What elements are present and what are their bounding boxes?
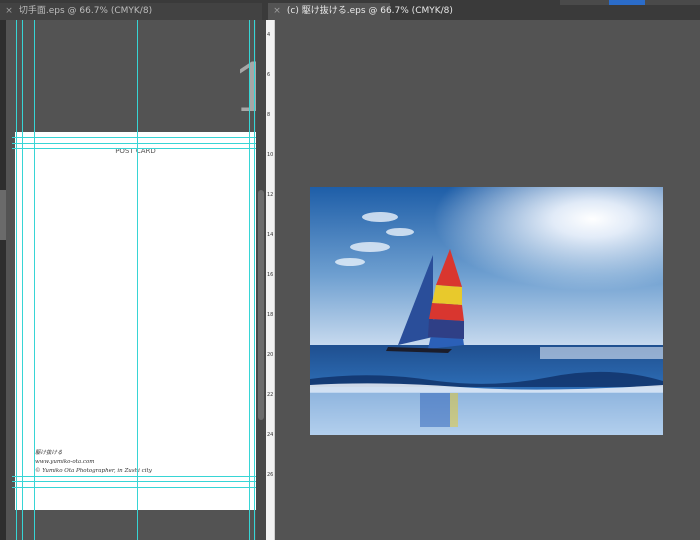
tab-kakenukeru-label: (c) 駆け抜ける.eps @ 66.7% (CMYK/8) (286, 6, 453, 16)
ruler-tick-label: 14 (267, 232, 274, 238)
ruler-tick-label: 18 (267, 312, 274, 318)
left-document-canvas[interactable]: 113 POST CARD 駆け抜ける www.yumiko-ota.com ©… (0, 20, 266, 540)
guide-line[interactable] (12, 148, 258, 149)
ruler-tick-label: 22 (267, 392, 274, 398)
footer-url: www.yumiko-ota.com (35, 459, 95, 465)
tab-kakenukeru[interactable]: × (c) 駆け抜ける.eps @ 66.7% (CMYK/8) (268, 3, 453, 20)
ruler-tick-label: 16 (267, 272, 274, 278)
close-icon[interactable]: × (4, 3, 14, 20)
vertical-ruler[interactable]: 4 6 8 10 12 14 16 18 20 22 24 26 (266, 20, 275, 540)
tab-stamp-side[interactable]: × 切手面.eps @ 66.7% (CMYK/8) (0, 3, 262, 20)
guide-line[interactable] (12, 137, 258, 138)
background-tab-strip (560, 0, 700, 5)
ruler-tick-label: 12 (267, 192, 274, 198)
ruler-tick-label: 20 (267, 352, 274, 358)
ruler-tick-label: 24 (267, 432, 274, 438)
guide-line[interactable] (254, 20, 255, 540)
document-tab-bar: × 切手面.eps @ 66.7% (CMYK/8) × (c) 駆け抜ける.e… (0, 0, 700, 20)
ruler-tick-label: 4 (267, 32, 271, 38)
footer-copyright: © Yumiko Ota Photographer, in Zushi city (35, 468, 152, 474)
ruler-tick-label: 26 (267, 472, 274, 478)
guide-line[interactable] (137, 20, 138, 540)
guide-line[interactable] (12, 476, 258, 477)
guide-line[interactable] (12, 487, 258, 488)
accent-indicator (609, 0, 645, 5)
close-icon[interactable]: × (272, 3, 282, 20)
postcard-artboard[interactable]: POST CARD 駆け抜ける www.yumiko-ota.com © Yum… (15, 132, 256, 510)
guide-line[interactable] (16, 20, 17, 540)
sailboat-photo-graphic (310, 187, 663, 435)
ruler-tick-label: 8 (267, 112, 271, 118)
panel-thumb (0, 190, 6, 240)
guide-line[interactable] (12, 481, 258, 482)
vertical-scrollbar[interactable] (256, 20, 266, 540)
right-document-canvas[interactable]: 4 6 8 10 12 14 16 18 20 22 24 26 (266, 20, 700, 540)
left-edge-panel (0, 20, 6, 540)
ruler-tick-label: 6 (267, 72, 271, 78)
guide-line[interactable] (249, 20, 250, 540)
footer-title: 駆け抜ける (35, 450, 63, 456)
guide-line[interactable] (34, 20, 35, 540)
guide-line[interactable] (12, 143, 258, 144)
ruler-tick-label: 10 (267, 152, 274, 158)
postcard-footer: 駆け抜ける www.yumiko-ota.com © Yumiko Ota Ph… (35, 449, 152, 476)
scrollbar-thumb[interactable] (258, 190, 264, 420)
photo-sailboat[interactable] (310, 187, 663, 435)
guide-line[interactable] (22, 20, 23, 540)
tab-stamp-side-label: 切手面.eps @ 66.7% (CMYK/8) (18, 6, 153, 16)
